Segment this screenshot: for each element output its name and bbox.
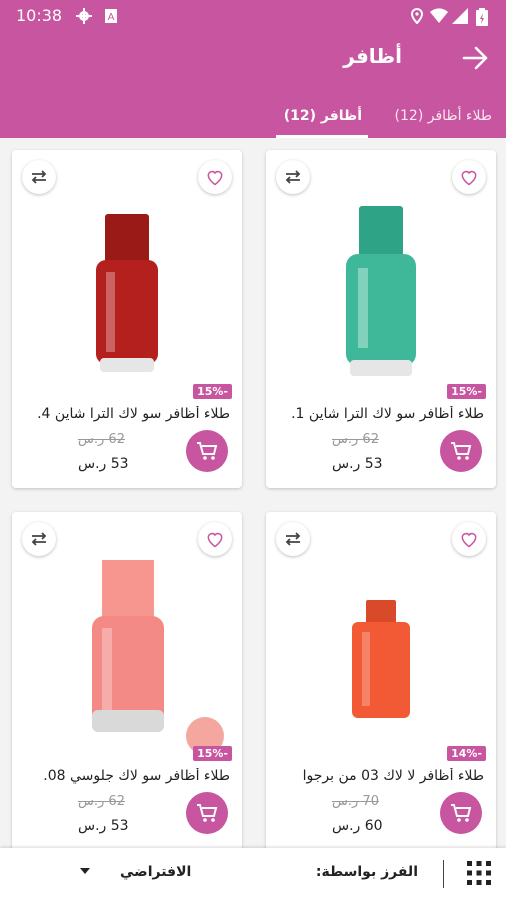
compare-button[interactable] bbox=[22, 160, 56, 194]
discount-badge: 15%- bbox=[193, 746, 232, 761]
compare-button[interactable] bbox=[276, 160, 310, 194]
old-price: 62 ر.س bbox=[78, 432, 125, 447]
wifi-icon bbox=[430, 8, 448, 23]
compare-arrows-icon bbox=[285, 532, 301, 546]
add-to-cart-button[interactable] bbox=[186, 430, 228, 472]
old-price: 62 ر.س bbox=[332, 432, 379, 447]
grid-view-icon[interactable] bbox=[466, 860, 492, 886]
old-price: 62 ر.س bbox=[78, 794, 125, 809]
product-card[interactable]: 15%- طلاء أظافر سو لاك جلوسي 08. 62 ر.س … bbox=[12, 512, 242, 850]
new-price: 53 ر.س bbox=[78, 818, 129, 834]
compare-button[interactable] bbox=[276, 522, 310, 556]
chevron-down-icon[interactable] bbox=[80, 868, 90, 874]
new-price: 53 ر.س bbox=[332, 456, 383, 472]
compare-arrows-icon bbox=[31, 532, 47, 546]
heart-icon bbox=[207, 170, 223, 186]
gear-icon bbox=[76, 8, 92, 24]
product-name[interactable]: طلاء أظافر سو لاك جلوسي 08. bbox=[20, 768, 230, 784]
add-to-cart-button[interactable] bbox=[186, 792, 228, 834]
product-image bbox=[346, 206, 416, 376]
new-price: 53 ر.س bbox=[78, 456, 129, 472]
product-card[interactable]: 15%- طلاء أظافر سو لاك الترا شاين 4. 62 … bbox=[12, 150, 242, 488]
sort-dropdown[interactable]: الافتراضي bbox=[120, 864, 191, 880]
discount-badge: 14%- bbox=[447, 746, 486, 761]
product-card[interactable]: 15%- طلاء أظافر سو لاك الترا شاين 1. 62 … bbox=[266, 150, 496, 488]
product-image bbox=[352, 600, 410, 718]
heart-icon bbox=[207, 532, 223, 548]
location-icon bbox=[410, 8, 424, 24]
favorite-button[interactable] bbox=[452, 160, 486, 194]
add-to-cart-button[interactable] bbox=[440, 792, 482, 834]
category-tabs: طلاء أظافر (12) أظافر (12) bbox=[0, 102, 506, 138]
new-price: 60 ر.س bbox=[332, 818, 383, 834]
heart-icon bbox=[461, 170, 477, 186]
page-title: أظافر bbox=[343, 44, 402, 68]
favorite-button[interactable] bbox=[198, 160, 232, 194]
tab-nails[interactable]: أظافر (12) bbox=[284, 108, 362, 124]
battery-icon bbox=[476, 8, 488, 26]
app-notification-icon: A bbox=[105, 9, 117, 23]
sort-label: الفرز بواسطة: bbox=[315, 864, 418, 880]
divider bbox=[443, 860, 444, 888]
active-tab-indicator bbox=[276, 135, 368, 138]
status-time: 10:38 bbox=[16, 6, 63, 25]
discount-badge: 15%- bbox=[193, 384, 232, 399]
sort-bar: الفرز بواسطة: الافتراضي bbox=[0, 848, 506, 900]
product-name[interactable]: طلاء أظافر سو لاك الترا شاين 1. bbox=[274, 406, 484, 422]
product-card[interactable]: 14%- طلاء أظافر لا لاك 03 من برجوا 70 ر.… bbox=[266, 512, 496, 850]
svg-text:A: A bbox=[108, 12, 115, 23]
cart-icon bbox=[197, 442, 218, 460]
old-price: 70 ر.س bbox=[332, 794, 379, 809]
back-arrow-icon[interactable] bbox=[460, 42, 492, 74]
signal-icon bbox=[452, 8, 468, 24]
tab-nail-polish[interactable]: طلاء أظافر (12) bbox=[395, 108, 492, 124]
heart-icon bbox=[461, 532, 477, 548]
cart-icon bbox=[451, 804, 472, 822]
app-header: 10:38 A أظافر طلاء أظافر (12) أظافر (12) bbox=[0, 0, 506, 138]
product-name[interactable]: طلاء أظافر سو لاك الترا شاين 4. bbox=[20, 406, 230, 422]
favorite-button[interactable] bbox=[198, 522, 232, 556]
product-image bbox=[96, 214, 158, 372]
product-name[interactable]: طلاء أظافر لا لاك 03 من برجوا bbox=[274, 768, 484, 784]
add-to-cart-button[interactable] bbox=[440, 430, 482, 472]
compare-arrows-icon bbox=[31, 170, 47, 184]
favorite-button[interactable] bbox=[452, 522, 486, 556]
compare-button[interactable] bbox=[22, 522, 56, 556]
status-bar: 10:38 A bbox=[0, 0, 506, 32]
cart-icon bbox=[197, 804, 218, 822]
discount-badge: 15%- bbox=[447, 384, 486, 399]
cart-icon bbox=[451, 442, 472, 460]
compare-arrows-icon bbox=[285, 170, 301, 184]
